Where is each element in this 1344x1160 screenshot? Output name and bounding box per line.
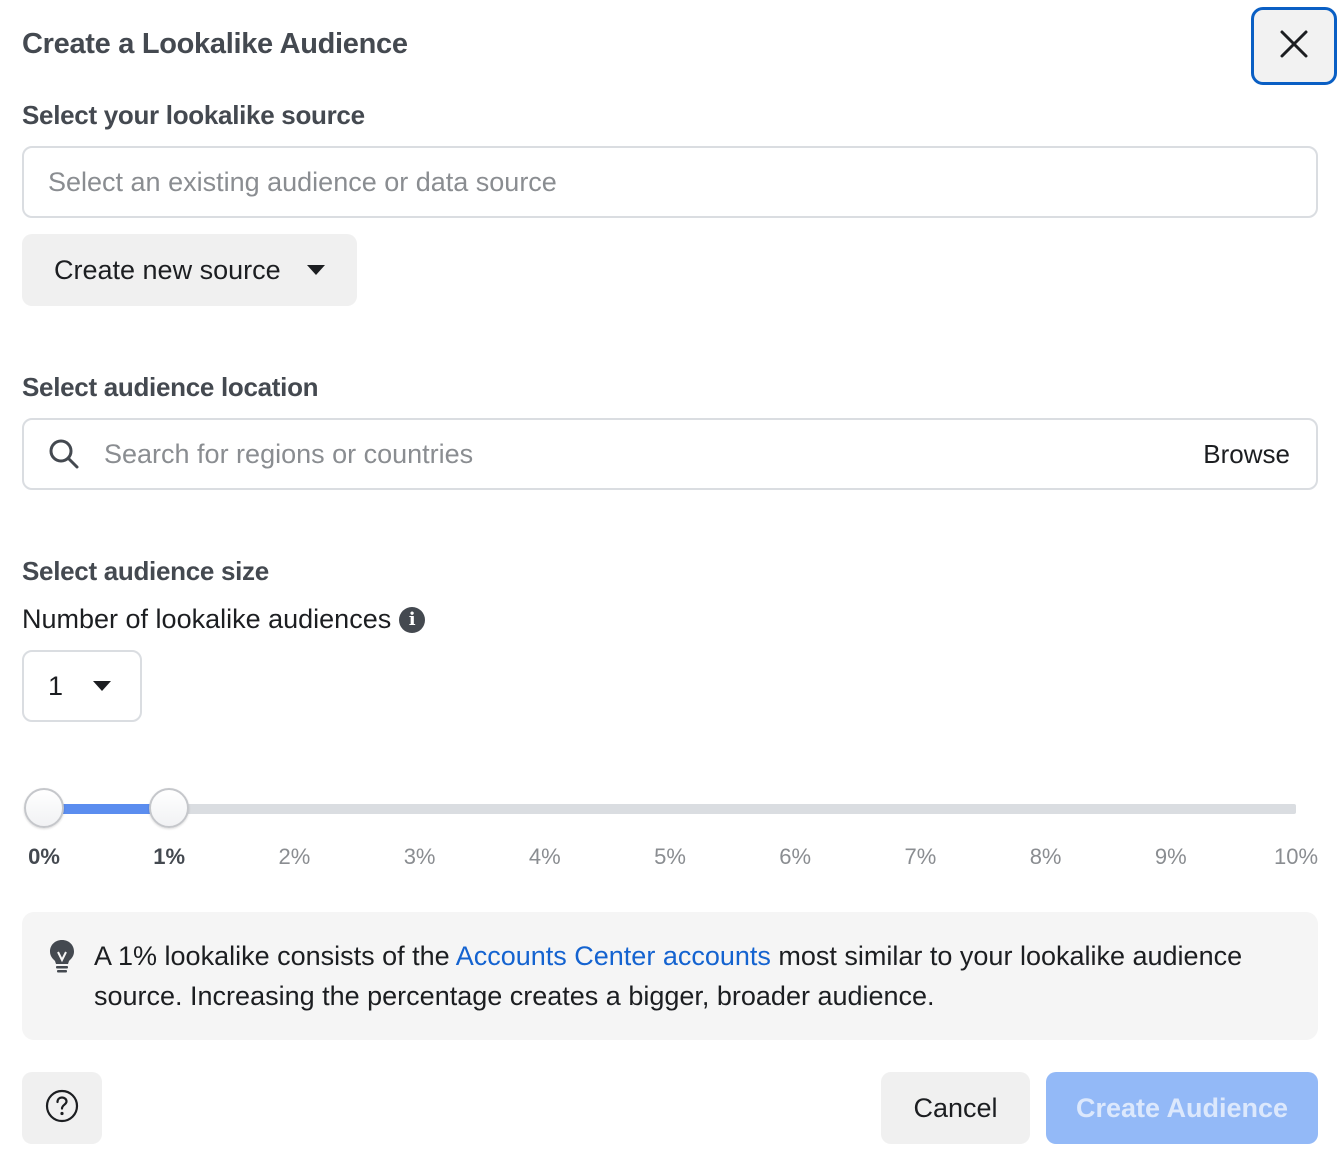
tip-text-before: A 1% lookalike consists of the [94,941,456,971]
slider-tick-label: 10% [1273,844,1319,869]
slider-start-handle[interactable] [24,788,64,828]
slider-tick-labels: 0% 1% 2% 3% 4% 5% 6% 7% 8% 9% 10% [0,844,1344,874]
slider-tick-label: 7% [904,844,937,869]
caret-down-icon [93,681,112,691]
accounts-center-link[interactable]: Accounts Center accounts [456,941,771,971]
source-select-field[interactable] [22,146,1318,218]
slider-tick-label: 8% [1029,844,1062,869]
slider-tick-label: 3% [403,844,436,869]
help-button[interactable] [22,1072,102,1144]
lookalike-count-label: Number of lookalike audiences i [22,604,426,635]
audience-size-slider[interactable] [24,788,1296,828]
caret-down-icon [306,265,325,275]
size-section-label: Select audience size [22,556,269,586]
lightbulb-icon [48,938,76,979]
create-audience-button[interactable]: Create Audience [1046,1072,1318,1144]
close-button[interactable] [1251,7,1337,85]
slider-end-handle[interactable] [149,788,190,828]
slider-tick-label: 2% [278,844,311,869]
slider-tick-label: 0% [28,844,60,869]
search-icon [48,438,80,470]
location-section-label: Select audience location [22,372,319,402]
cancel-button[interactable]: Cancel [881,1072,1030,1144]
create-new-source-button[interactable]: Create new source [22,234,357,306]
slider-tick-label: 1% [153,844,186,869]
page-title: Create a Lookalike Audience [22,28,408,60]
source-input[interactable] [48,148,1316,216]
lookalike-count-value: 1 [48,670,64,701]
slider-tick-label: 9% [1154,844,1187,869]
close-icon [1279,29,1309,64]
location-search-field[interactable]: Browse [22,418,1318,490]
location-search-input[interactable] [104,420,1316,488]
lookalike-count-dropdown[interactable]: 1 [22,650,142,722]
lookalike-count-text: Number of lookalike audiences [22,604,392,634]
create-new-source-label: Create new source [54,254,281,285]
tip-box: A 1% lookalike consists of the Accounts … [22,912,1318,1040]
source-section-label: Select your lookalike source [22,100,365,130]
slider-tick-label: 4% [528,844,561,869]
slider-tick-label: 6% [779,844,812,869]
help-icon [45,1089,79,1128]
slider-tick-label: 5% [654,844,686,869]
browse-link[interactable]: Browse [1203,439,1290,470]
info-icon[interactable]: i [399,606,426,633]
tip-text: A 1% lookalike consists of the Accounts … [94,936,1304,1016]
